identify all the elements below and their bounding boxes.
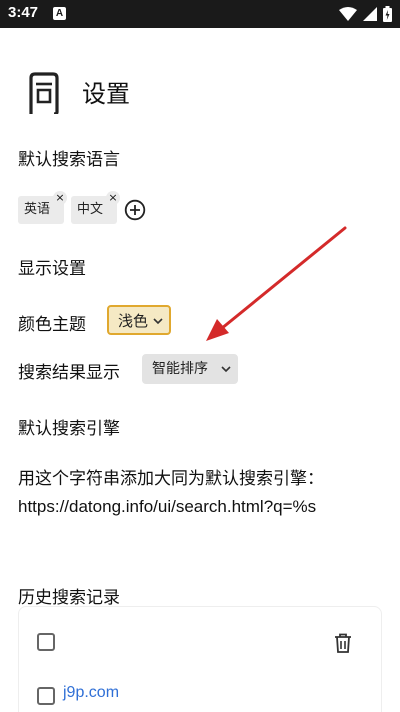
history-item-checkbox[interactable] (37, 687, 55, 705)
page-title: 设置 (82, 80, 130, 108)
engine-url: https://datong.info/ui/search.html?q=%s (18, 497, 317, 516)
add-language-button[interactable] (124, 199, 146, 221)
theme-select[interactable]: 浅色 (107, 305, 171, 335)
status-bar: 3:47 A (0, 0, 400, 28)
close-icon[interactable]: × (53, 191, 67, 205)
wifi-icon (339, 7, 357, 21)
language-section-title: 默认搜索语言 (18, 150, 120, 170)
trash-icon[interactable] (333, 632, 353, 654)
history-section-title: 历史搜索记录 (18, 588, 120, 608)
status-icons (339, 5, 392, 23)
history-list: j9p.com (18, 606, 382, 712)
results-display-select[interactable]: 智能排序 (142, 354, 238, 384)
results-select-value: 智能排序 (152, 361, 208, 377)
app-logo-icon (29, 72, 59, 114)
chip-label: 英语 (24, 202, 51, 217)
chip-label: 中文 (77, 202, 104, 217)
status-time: 3:47 (8, 4, 39, 21)
engine-instruction: 用这个字符串添加大同为默认搜索引擎： https://datong.info/u… (18, 466, 388, 520)
display-section-title: 显示设置 (18, 259, 86, 279)
history-item-link[interactable]: j9p.com (63, 684, 119, 702)
notification-icon: A (53, 7, 66, 20)
engine-section-title: 默认搜索引擎 (18, 419, 120, 439)
chevron-down-icon (153, 318, 163, 325)
select-all-checkbox[interactable] (37, 633, 55, 651)
battery-icon (383, 6, 392, 22)
close-icon[interactable]: × (106, 191, 120, 205)
theme-select-value: 浅色 (118, 312, 149, 330)
language-chip-chinese[interactable]: 中文 × (71, 191, 120, 224)
results-label: 搜索结果显示 (18, 363, 120, 383)
annotation-arrow-icon (206, 226, 347, 341)
theme-label: 颜色主题 (18, 315, 86, 335)
language-chip-english[interactable]: 英语 × (18, 191, 67, 224)
signal-icon (363, 7, 377, 21)
chevron-down-icon (221, 366, 231, 373)
engine-instruction-text: 用这个字符串添加大同为默认搜索引擎： (18, 469, 324, 489)
